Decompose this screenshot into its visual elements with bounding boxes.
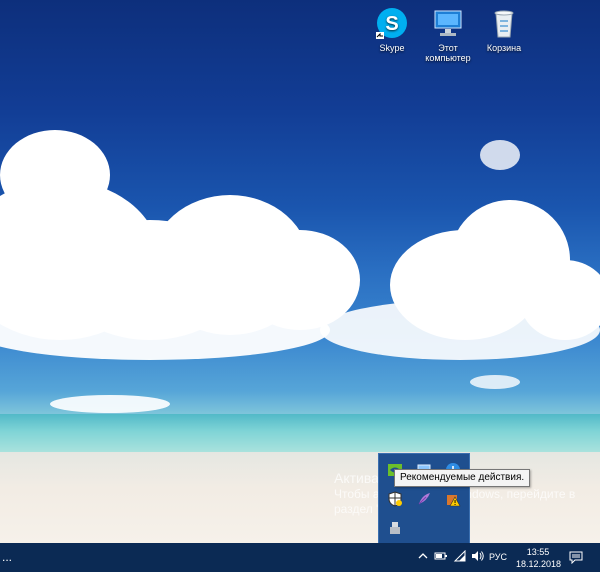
desktop-icon-label: Skype: [379, 43, 405, 53]
taskbar: ... РУС 13:55 18.12.2018: [0, 543, 600, 572]
warning-icon[interactable]: [445, 491, 461, 507]
action-center-icon[interactable]: [569, 551, 583, 565]
skype-icon: S: [374, 6, 410, 40]
desktop-icon-this-pc[interactable]: Этот компьютер: [420, 6, 476, 63]
chevron-up-icon[interactable]: [418, 550, 428, 565]
feather-icon[interactable]: [416, 491, 432, 507]
clock-time: 13:55: [526, 547, 550, 557]
desktop[interactable]: S Skype Этот компьютер Корзина Активация…: [0, 0, 600, 543]
clock[interactable]: 13:55 18.12.2018: [516, 546, 562, 570]
volume-icon[interactable]: [471, 550, 485, 565]
taskbar-overflow[interactable]: ...: [2, 550, 12, 564]
clock-date: 18.12.2018: [516, 559, 562, 569]
tray-tooltip: Рекомендуемые действия.: [394, 469, 531, 487]
desktop-icon-recycle-bin[interactable]: Корзина: [476, 6, 532, 53]
sea: [0, 414, 600, 452]
recycle-bin-icon: [486, 6, 522, 40]
battery-icon[interactable]: [434, 550, 448, 565]
computer-icon: [430, 6, 466, 40]
svg-text:S: S: [385, 13, 398, 35]
tray-overflow-popup: [378, 453, 470, 543]
desktop-icon-label: Этот компьютер: [425, 43, 471, 63]
usb-icon[interactable]: [387, 520, 403, 536]
security-center-icon[interactable]: [387, 491, 403, 507]
desktop-icon-label: Корзина: [486, 43, 522, 53]
desktop-icon-skype[interactable]: S Skype: [364, 6, 420, 53]
wifi-icon[interactable]: [453, 549, 467, 565]
language-indicator[interactable]: РУС: [489, 552, 507, 562]
